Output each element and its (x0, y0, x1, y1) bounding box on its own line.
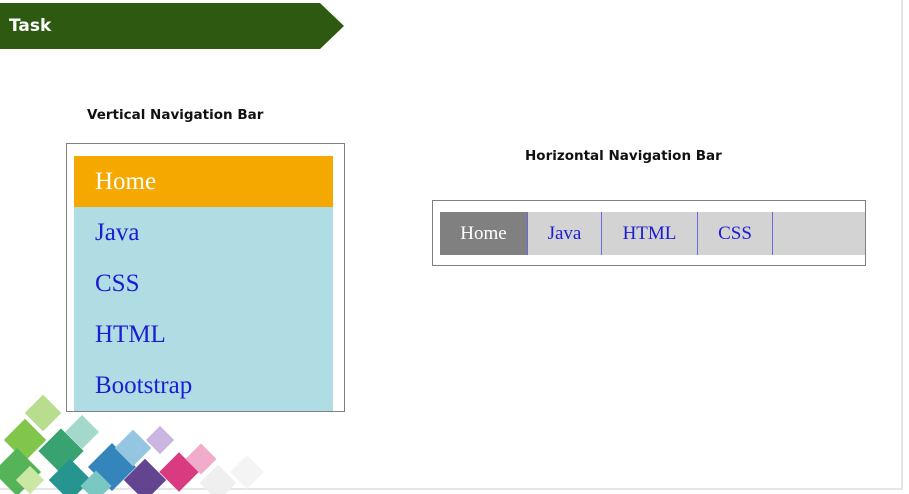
horizontal-nav-bar: Home Java HTML CSS (440, 212, 865, 255)
vertical-nav-item-java[interactable]: Java (74, 207, 333, 258)
vertical-nav-item-html[interactable]: HTML (74, 309, 333, 360)
vertical-nav-frame: Home Java CSS HTML Bootstrap (66, 143, 345, 412)
horizontal-nav-frame: Home Java HTML CSS (432, 200, 866, 266)
vertical-nav-item-home[interactable]: Home (74, 156, 333, 207)
vertical-nav-heading: Vertical Navigation Bar (87, 107, 264, 123)
horizontal-nav-heading: Horizontal Navigation Bar (525, 148, 722, 164)
horizontal-nav-item-java[interactable]: Java (528, 212, 602, 255)
horizontal-nav-item-home[interactable]: Home (440, 212, 528, 255)
horizontal-nav-item-html[interactable]: HTML (602, 212, 698, 255)
vertical-nav-bar: Home Java CSS HTML Bootstrap (74, 156, 333, 411)
vertical-nav-item-css[interactable]: CSS (74, 258, 333, 309)
task-title: Task (9, 16, 52, 36)
task-banner: Task (0, 3, 344, 49)
decorative-mosaic-graphic (0, 394, 264, 494)
horizontal-nav-item-css[interactable]: CSS (698, 212, 773, 255)
